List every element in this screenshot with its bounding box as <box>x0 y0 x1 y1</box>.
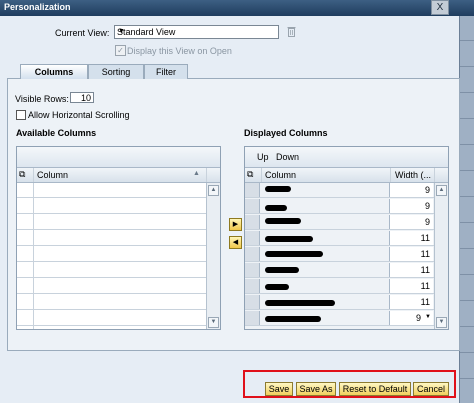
displayed-columns-title: Displayed Columns <box>244 128 328 138</box>
visible-rows-label: Visible Rows: <box>15 94 69 104</box>
down-button[interactable]: Down <box>276 152 299 162</box>
move-right-button[interactable]: ▶ <box>229 218 242 231</box>
displayed-toolbar: Up Down <box>245 147 448 168</box>
available-toolbar <box>17 147 220 168</box>
redacted-column-name <box>265 186 291 192</box>
table-row[interactable]: 9 ▼ <box>245 311 434 326</box>
table-row[interactable]: 11 <box>245 295 434 310</box>
redacted-column-name <box>265 284 289 290</box>
scroll-up-icon[interactable]: ▲ <box>436 185 447 196</box>
up-button[interactable]: Up <box>257 152 269 162</box>
table-row[interactable] <box>17 247 206 262</box>
table-row[interactable]: 11 <box>245 231 434 246</box>
cancel-button[interactable]: Cancel <box>413 382 449 396</box>
displayed-header-row: ⧉ Column Width (... <box>245 168 448 183</box>
displayed-columns-table: Up Down ⧉ Column Width (... 9 9 9 11 11 <box>244 146 449 330</box>
available-scrollbar[interactable]: ▲ ▼ <box>206 183 220 329</box>
select-all-icon[interactable]: ⧉ <box>247 169 253 180</box>
dialog-title: Personalization <box>4 2 71 12</box>
trash-icon[interactable] <box>287 26 296 37</box>
display-on-open-label: Display this View on Open <box>127 46 232 56</box>
table-row[interactable] <box>17 311 206 326</box>
width-value[interactable]: 11 <box>421 295 430 309</box>
available-columns-table: ⧉ Column ▲ ▲ ▼ <box>16 146 221 330</box>
table-row[interactable] <box>17 215 206 230</box>
horizontal-scrolling-label: Allow Horizontal Scrolling <box>28 110 130 120</box>
width-value[interactable]: 11 <box>421 247 430 261</box>
display-on-open-checkbox[interactable]: ✓ <box>115 45 126 56</box>
table-row[interactable]: 9 <box>245 215 434 230</box>
table-row[interactable]: 9 <box>245 199 434 214</box>
current-view-select[interactable]: Standard View ▼ <box>114 25 279 39</box>
visible-rows-input[interactable]: 10 <box>70 92 94 103</box>
displayed-column-header[interactable]: Column <box>265 170 296 180</box>
close-icon: X <box>436 2 444 13</box>
table-row[interactable]: 11 <box>245 263 434 278</box>
table-row[interactable] <box>17 295 206 310</box>
tab-sorting[interactable]: Sorting <box>88 64 144 79</box>
close-button[interactable]: X <box>431 0 449 15</box>
sort-arrow-icon[interactable]: ▲ <box>193 170 200 177</box>
table-row[interactable] <box>17 199 206 214</box>
redacted-column-name <box>265 236 313 242</box>
redacted-column-name <box>265 267 299 273</box>
width-value[interactable]: 9 <box>425 199 430 213</box>
scroll-down-icon[interactable]: ▼ <box>436 317 447 328</box>
horizontal-scrolling-checkbox[interactable] <box>16 110 26 120</box>
width-value[interactable]: 9 <box>425 183 430 197</box>
available-header-row: ⧉ Column ▲ <box>17 168 220 183</box>
available-columns-title: Available Columns <box>16 128 97 138</box>
scroll-up-icon[interactable]: ▲ <box>208 185 219 196</box>
save-as-button[interactable]: Save As <box>296 382 336 396</box>
available-column-header[interactable]: Column <box>37 170 68 180</box>
table-row[interactable] <box>17 231 206 246</box>
scroll-down-icon[interactable]: ▼ <box>208 317 219 328</box>
redacted-column-name <box>265 251 323 257</box>
save-button[interactable]: Save <box>265 382 293 396</box>
title-bar: Personalization <box>0 0 474 16</box>
stepper-down-icon[interactable]: ▼ <box>425 314 431 320</box>
width-header[interactable]: Width (... <box>395 170 431 180</box>
select-all-icon[interactable]: ⧉ <box>19 169 25 180</box>
table-row[interactable]: 9 <box>245 183 434 198</box>
redacted-column-name <box>265 205 287 211</box>
move-left-button[interactable]: ◀ <box>229 236 242 249</box>
tab-filter[interactable]: Filter <box>144 64 188 79</box>
tab-columns[interactable]: Columns <box>20 64 88 79</box>
width-value[interactable]: 9 <box>416 311 421 325</box>
table-row[interactable] <box>17 279 206 294</box>
current-view-label: Current View: <box>55 28 110 38</box>
width-value[interactable]: 9 <box>425 215 430 229</box>
table-row[interactable]: 11 <box>245 247 434 262</box>
redacted-column-name <box>265 316 321 322</box>
table-row[interactable] <box>17 183 206 198</box>
displayed-rows: 9 9 9 11 11 11 11 11 9 ▼ <box>245 183 434 329</box>
width-value[interactable]: 11 <box>421 279 430 293</box>
redacted-column-name <box>265 218 301 224</box>
table-row[interactable] <box>17 263 206 278</box>
chevron-down-icon: ▼ <box>118 28 125 35</box>
width-value[interactable]: 11 <box>421 263 430 277</box>
available-rows <box>17 183 206 329</box>
width-value[interactable]: 11 <box>421 231 430 245</box>
table-row[interactable]: 11 <box>245 279 434 294</box>
displayed-scrollbar[interactable]: ▲ ▼ <box>434 183 448 329</box>
redacted-column-name <box>265 300 335 306</box>
reset-to-default-button[interactable]: Reset to Default <box>339 382 411 396</box>
